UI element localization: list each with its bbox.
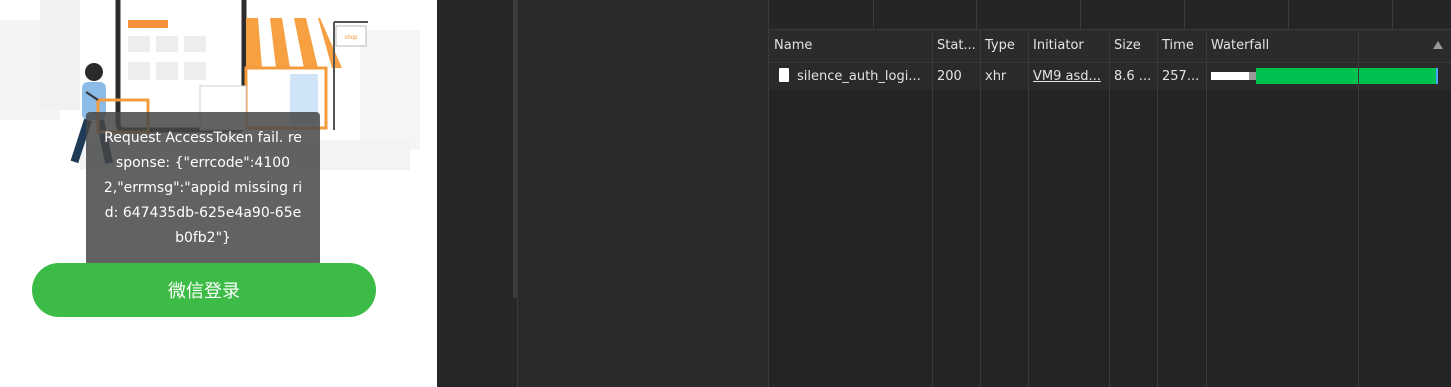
document-icon xyxy=(779,68,789,82)
error-toast: Request AccessToken fail. response: {"er… xyxy=(86,112,320,266)
network-overview[interactable] xyxy=(769,0,1451,30)
request-name: silence_auth_logi... xyxy=(797,69,921,84)
network-table-header: Name Stat... Type Initiator Size Time Wa… xyxy=(769,30,1451,63)
waterfall-label: Waterfall xyxy=(1211,38,1270,53)
column-header-waterfall[interactable]: Waterfall xyxy=(1206,30,1451,62)
waterfall-gridline xyxy=(1358,30,1359,387)
column-header-time[interactable]: Time xyxy=(1157,30,1206,62)
column-header-status[interactable]: Stat... xyxy=(932,30,980,62)
file-pane xyxy=(518,0,768,387)
network-panel: Name Stat... Type Initiator Size Time Wa… xyxy=(769,0,1451,387)
column-divider[interactable] xyxy=(1206,30,1207,387)
column-divider[interactable] xyxy=(1157,30,1158,387)
waterfall-bar[interactable] xyxy=(1206,63,1451,90)
size-cell: 8.6 ... xyxy=(1114,69,1152,84)
column-header-name[interactable]: Name xyxy=(769,30,932,62)
type-cell: xhr xyxy=(985,69,1007,84)
waterfall-queue-segment xyxy=(1249,72,1256,80)
column-divider[interactable] xyxy=(980,30,981,387)
request-name-cell[interactable]: silence_auth_logi... xyxy=(774,63,932,90)
waterfall-download-segment xyxy=(1256,68,1436,84)
mobile-page: shop Request AccessToken fail. response:… xyxy=(0,0,437,387)
column-divider[interactable] xyxy=(932,30,933,387)
column-divider[interactable] xyxy=(1028,30,1029,387)
initiator-link[interactable]: VM9 asd... xyxy=(1028,63,1109,90)
wechat-login-button[interactable]: 微信登录 xyxy=(32,263,376,317)
sources-pane xyxy=(437,0,517,387)
column-divider[interactable] xyxy=(1109,30,1110,387)
column-header-type[interactable]: Type xyxy=(980,30,1028,62)
time-cell: 257... xyxy=(1162,69,1200,84)
sort-ascending-icon[interactable] xyxy=(1433,41,1443,49)
table-row[interactable]: silence_auth_logi... 200 xhr VM9 asd... … xyxy=(769,63,1451,90)
devtools-panel: Name Stat... Type Initiator Size Time Wa… xyxy=(437,0,1451,387)
waterfall-end-marker xyxy=(1436,68,1438,84)
column-header-initiator[interactable]: Initiator xyxy=(1028,30,1109,62)
status-cell: 200 xyxy=(937,69,962,84)
column-header-size[interactable]: Size xyxy=(1109,30,1157,62)
svg-text:shop: shop xyxy=(344,35,358,41)
waterfall-waiting-segment xyxy=(1211,72,1249,80)
